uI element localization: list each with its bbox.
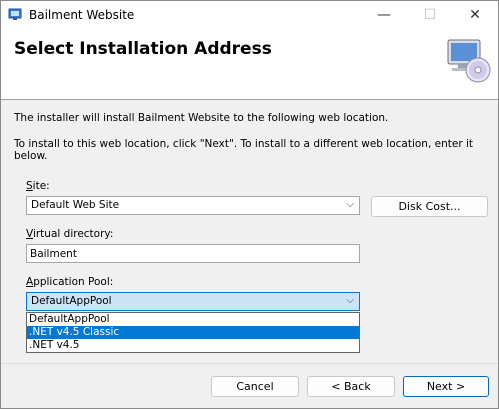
virtual-directory-label: Virtual directory: [26, 228, 114, 240]
site-value: Default Web Site [31, 199, 120, 211]
maximize-button[interactable]: ☐ [407, 1, 453, 29]
page-title: Select Installation Address [14, 39, 272, 59]
application-pool-select[interactable]: DefaultAppPool ⌵ [26, 292, 360, 311]
site-label: Site: [26, 180, 50, 192]
intro-line-1: The installer will install Bailment Webs… [14, 112, 389, 124]
chevron-down-icon: ⌵ [346, 295, 354, 306]
pool-option-defaultapppool[interactable]: DefaultAppPool [27, 313, 359, 326]
pool-option-net45-classic[interactable]: .NET v4.5 Classic [27, 326, 359, 339]
next-button[interactable]: Next > [403, 376, 489, 397]
maximize-icon: ☐ [423, 7, 437, 23]
disk-cost-button[interactable]: Disk Cost... [371, 196, 488, 217]
back-button[interactable]: < Back [307, 376, 395, 397]
installer-window: Bailment Website — ☐ ✕ Select Installati… [0, 0, 499, 409]
application-pool-value: DefaultAppPool [31, 295, 112, 307]
application-pool-label: Application Pool: [26, 276, 114, 288]
minimize-icon: — [377, 7, 391, 23]
site-select[interactable]: Default Web Site ⌵ [26, 196, 360, 215]
application-pool-dropdown: DefaultAppPool .NET v4.5 Classic .NET v4… [26, 312, 360, 353]
installer-icon [8, 8, 22, 20]
virtual-directory-field[interactable] [26, 244, 360, 263]
cancel-button[interactable]: Cancel [211, 376, 299, 397]
title-bar: Bailment Website — ☐ ✕ [1, 1, 498, 29]
close-icon: ✕ [469, 7, 481, 23]
pool-option-net45[interactable]: .NET v4.5 [27, 339, 359, 352]
close-button[interactable]: ✕ [452, 1, 498, 29]
intro-line-2: To install to this web location, click "… [14, 138, 474, 162]
minimize-button[interactable]: — [361, 1, 407, 29]
virtual-directory-input[interactable] [30, 246, 350, 261]
window-title: Bailment Website [29, 8, 135, 22]
computer-cd-icon [447, 39, 491, 83]
footer-divider [1, 363, 498, 364]
chevron-down-icon: ⌵ [346, 199, 354, 210]
wizard-header: Select Installation Address [1, 29, 498, 100]
